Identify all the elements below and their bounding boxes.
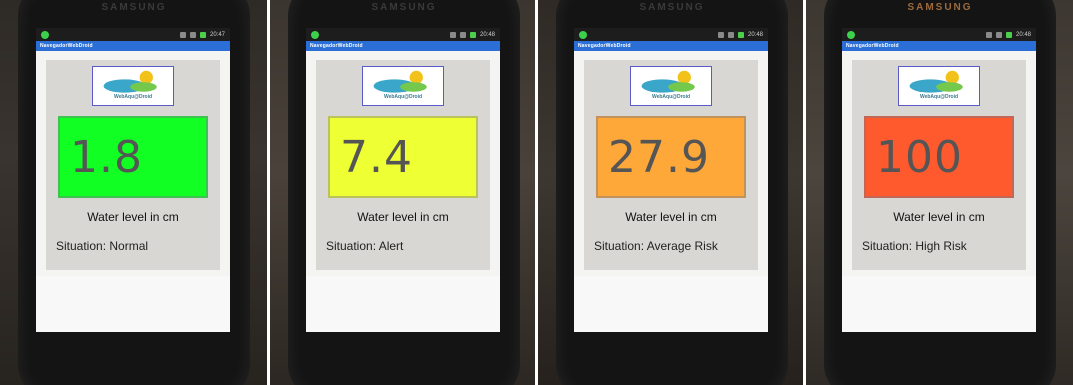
status-icons: 20:48	[449, 31, 495, 38]
notification-icon	[311, 30, 319, 39]
phone-screen: 20:48 NavegadorWebDroid WebAqu@Droid	[574, 28, 768, 332]
phone-brand: SAMSUNG	[907, 2, 973, 13]
monitor-panel: WebAqu@Droid 100 Water level in cm Situa…	[852, 60, 1026, 270]
water-level-label: Water level in cm	[87, 210, 179, 224]
photo-high-risk: SAMSUNG 20:48 NavegadorWebDroid WebAqu@D…	[806, 0, 1073, 385]
water-level-value: 100	[876, 132, 963, 183]
wifi-icon	[449, 31, 456, 38]
water-level-value: 1.8	[70, 132, 143, 183]
signal-icon	[459, 31, 466, 38]
phone-device: SAMSUNG 20:48 NavegadorWebDroid WebAqu@D…	[824, 0, 1056, 385]
monitor-panel: WebAqu@Droid 27.9 Water level in cm Situ…	[584, 60, 758, 270]
photo-alert: SAMSUNG 20:48 NavegadorWebDroid WebAqu@D…	[270, 0, 538, 385]
water-level-display: 1.8	[58, 116, 208, 198]
phone-brand: SAMSUNG	[371, 2, 437, 13]
screen-bottom-area	[842, 276, 1036, 332]
water-level-value: 7.4	[340, 132, 413, 183]
phone-device: SAMSUNG 20:48 NavegadorWebDroid WebAqu@D…	[288, 0, 520, 385]
phone-brand: SAMSUNG	[639, 2, 705, 13]
status-time: 20:47	[209, 31, 225, 38]
status-bar: 20:48	[306, 28, 500, 41]
wifi-icon	[179, 31, 186, 38]
situation-text: Situation: Alert	[326, 239, 404, 253]
status-time: 20:48	[747, 31, 763, 38]
status-bar: 20:48	[842, 28, 1036, 41]
status-icons: 20:48	[985, 31, 1031, 38]
app-title-bar: NavegadorWebDroid	[36, 41, 230, 51]
photo-normal: SAMSUNG 20:47 NavegadorWebDroid WebAqu@D…	[0, 0, 270, 385]
phone-screen: 20:47 NavegadorWebDroid WebAqu@Droid 1.8…	[36, 28, 230, 332]
notification-icon	[579, 30, 587, 39]
phone-device: SAMSUNG 20:47 NavegadorWebDroid WebAqu@D…	[18, 0, 250, 385]
screen-bottom-area	[306, 276, 500, 332]
notification-icon	[847, 30, 855, 39]
phone-brand: SAMSUNG	[101, 2, 167, 13]
situation-text: Situation: Average Risk	[594, 239, 718, 253]
situation-text: Situation: High Risk	[862, 239, 967, 253]
logo-text: WebAqu@Droid	[113, 94, 153, 100]
status-bar: 20:47	[36, 28, 230, 41]
monitor-panel: WebAqu@Droid 7.4 Water level in cm Situa…	[316, 60, 490, 270]
water-level-display: 100	[864, 116, 1014, 198]
water-level-label: Water level in cm	[893, 210, 985, 224]
app-logo: WebAqu@Droid	[898, 66, 980, 106]
water-level-display: 27.9	[596, 116, 746, 198]
battery-icon	[1005, 31, 1012, 38]
phone-device: SAMSUNG 20:48 NavegadorWebDroid WebAqu@D…	[556, 0, 788, 385]
app-title-bar: NavegadorWebDroid	[842, 41, 1036, 51]
notification-icon	[41, 30, 49, 39]
battery-icon	[737, 31, 744, 38]
water-level-label: Water level in cm	[625, 210, 717, 224]
app-logo: WebAqu@Droid	[630, 66, 712, 106]
status-icons: 20:47	[179, 31, 225, 38]
app-title-bar: NavegadorWebDroid	[574, 41, 768, 51]
signal-icon	[727, 31, 734, 38]
app-title-bar: NavegadorWebDroid	[306, 41, 500, 51]
signal-icon	[189, 31, 196, 38]
battery-icon	[199, 31, 206, 38]
status-icons: 20:48	[717, 31, 763, 38]
phone-screen: 20:48 NavegadorWebDroid WebAqu@Droid	[306, 28, 500, 332]
screen-bottom-area	[36, 276, 230, 332]
wifi-icon	[717, 31, 724, 38]
status-time: 20:48	[479, 31, 495, 38]
app-logo: WebAqu@Droid	[92, 66, 174, 106]
phone-screen: 20:48 NavegadorWebDroid WebAqu@Droid	[842, 28, 1036, 332]
water-level-value: 27.9	[608, 132, 710, 183]
logo-text: WebAqu@Droid	[651, 94, 691, 100]
situation-text: Situation: Normal	[56, 239, 149, 253]
screen-bottom-area	[574, 276, 768, 332]
logo-text: WebAqu@Droid	[383, 94, 423, 100]
logo-text: WebAqu@Droid	[919, 94, 959, 100]
water-level-display: 7.4	[328, 116, 478, 198]
app-logo: WebAqu@Droid	[362, 66, 444, 106]
status-time: 20:48	[1015, 31, 1031, 38]
wifi-icon	[985, 31, 992, 38]
signal-icon	[995, 31, 1002, 38]
status-bar: 20:48	[574, 28, 768, 41]
water-level-label: Water level in cm	[357, 210, 449, 224]
photo-average-risk: SAMSUNG 20:48 NavegadorWebDroid WebAqu@D…	[538, 0, 806, 385]
battery-icon	[469, 31, 476, 38]
monitor-panel: WebAqu@Droid 1.8 Water level in cm Situa…	[46, 60, 220, 270]
screenshot-strip: SAMSUNG 20:47 NavegadorWebDroid WebAqu@D…	[0, 0, 1073, 385]
